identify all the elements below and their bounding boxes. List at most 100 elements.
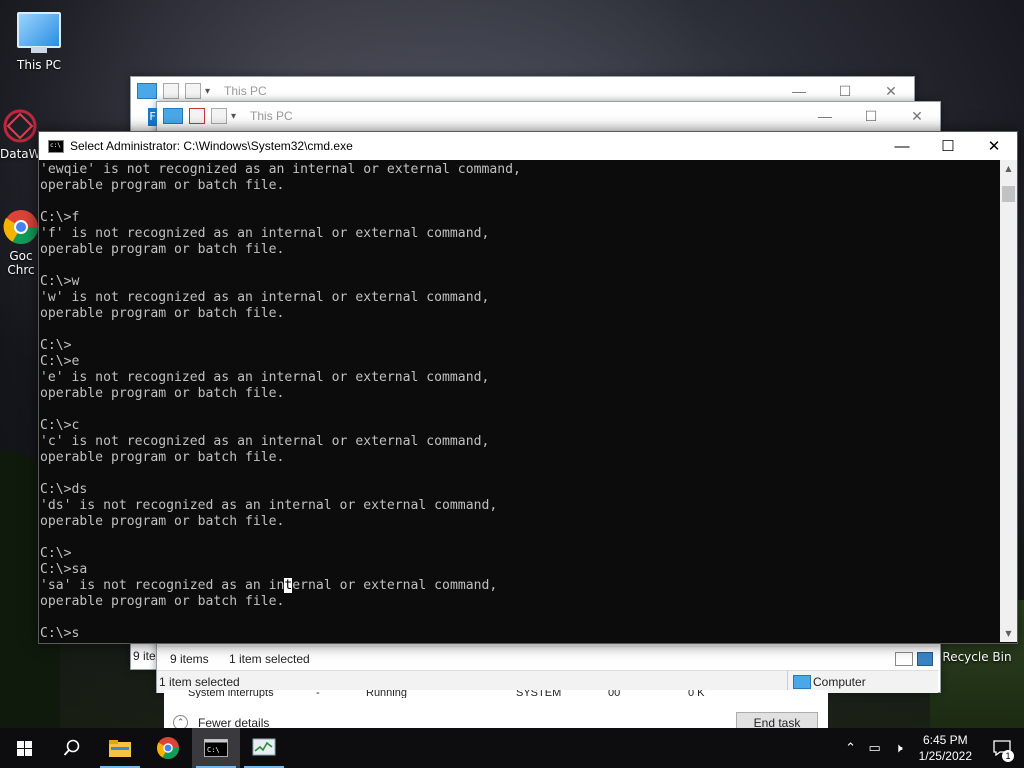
console-line: C:\>f [40,210,80,225]
cmd-icon: C:\ [204,739,228,757]
new-folder-icon[interactable] [185,83,201,99]
properties-icon[interactable] [163,83,179,99]
clock[interactable]: 6:45 PM 1/25/2022 [911,732,980,764]
cmd-titlebar[interactable]: Select Administrator: C:\Windows\System3… [39,132,1017,160]
window-title: Select Administrator: C:\Windows\System3… [70,139,353,153]
console-line: operable program or batch file. [40,306,285,321]
fewer-details-link[interactable]: Fewer details [198,716,269,728]
task-manager-icon [252,738,276,756]
console-line: operable program or batch file. [40,594,285,609]
large-icons-view-icon[interactable] [917,652,933,666]
process-memory: 0 K [688,690,705,698]
detail-selected-count: 1 item selected [159,675,240,689]
properties-icon[interactable] [189,108,205,124]
taskbar: C:\ ⌃ ▭ 🕨 6:45 PM 1/25/2022 1 [0,728,1024,768]
file-tab[interactable]: F [148,108,157,126]
chevron-down-icon[interactable]: ▾ [205,86,210,97]
chevron-down-icon[interactable]: ▾ [231,111,236,122]
window-title: This PC [224,84,267,98]
vertical-scrollbar[interactable]: ▲ ▼ [1000,160,1017,642]
scroll-down-icon[interactable]: ▼ [1000,625,1017,642]
console-line: 'e' is not recognized as an internal or … [40,370,490,385]
console-line: 'f' is not recognized as an internal or … [40,226,490,241]
close-button[interactable]: ✕ [971,132,1017,160]
app-icon [3,109,37,143]
process-pid: - [316,690,320,698]
start-button[interactable] [0,728,48,768]
console-line: C:\>c [40,418,80,433]
new-folder-icon[interactable] [211,108,227,124]
desktop-icon-dataw[interactable]: DataW [0,108,41,161]
details-view-icon[interactable] [895,652,913,666]
console-output[interactable]: 'ewqie' is not recognized as an internal… [39,160,999,642]
console-line: 'ds' is not recognized as an internal or… [40,498,498,513]
minimize-button[interactable]: — [776,83,822,100]
svg-text:C:\: C:\ [207,746,220,754]
status-bar: 9 items 1 item selected [157,646,938,671]
end-task-button[interactable]: End task [736,712,818,728]
process-cpu: 00 [608,690,621,698]
console-text[interactable]: 'ewqie' is not recognized as an internal… [39,160,999,642]
desktop-icon-google-chrome[interactable]: Goc Chrc [2,208,40,277]
chevron-up-icon[interactable]: ⌃ [173,715,188,728]
notification-center-button[interactable]: 1 [980,728,1024,768]
console-line: C:\>e [40,354,80,369]
process-name: System interrupts [188,690,274,698]
system-tray: ⌃ ▭ 🕨 6:45 PM 1/25/2022 1 [839,728,1024,768]
monitor-icon [17,12,61,53]
window-title: This PC [250,109,293,123]
file-explorer-icon [109,740,131,757]
taskbar-cmd[interactable]: C:\ [192,728,240,768]
console-line: operable program or batch file. [40,450,285,465]
chevron-up-icon[interactable]: ⌃ [839,740,863,756]
console-line: 'w' is not recognized as an internal or … [40,290,490,305]
process-status: Running [366,690,407,698]
process-row[interactable]: System interrupts - Running SYSTEM 00 0 … [168,690,828,698]
console-line: C:\>ds [40,482,88,497]
maximize-button[interactable]: ☐ [848,108,894,125]
cmd-window[interactable]: Select Administrator: C:\Windows\System3… [38,131,1018,644]
scroll-up-icon[interactable]: ▲ [1000,160,1017,177]
desktop-icon-label: This PC [17,58,61,72]
scrollbar-thumb[interactable] [1002,186,1015,202]
chrome-icon [3,210,38,244]
desktop-icon-label: Recycle Bin [942,650,1012,664]
console-line: operable program or batch file. [40,178,285,193]
console-line: C:\> [40,338,72,353]
computer-icon [793,675,811,689]
console-line: operable program or batch file. [40,514,285,529]
volume-muted-icon[interactable]: 🕨 [887,740,911,756]
this-pc-icon [163,108,183,124]
close-button[interactable]: ✕ [894,108,940,125]
maximize-button[interactable]: ☐ [822,83,868,100]
taskbar-file-explorer[interactable] [96,728,144,768]
chrome-icon [157,737,179,759]
desktop-icon-label: DataW [0,147,41,161]
desktop-icon-label: Goc [9,249,33,263]
console-line: C:\>w [40,274,80,289]
process-user: SYSTEM [516,690,562,698]
desktop-icon-label: Chrc [7,263,35,277]
minimize-button[interactable]: — [802,108,848,125]
explorer-titlebar[interactable]: ▾ This PC — ☐ ✕ [157,102,940,130]
console-line: operable program or batch file. [40,242,285,257]
status-selected-count: 1 item selected [229,652,310,666]
clock-date: 1/25/2022 [918,749,972,763]
minimize-button[interactable]: — [879,132,925,160]
this-pc-icon [137,83,157,99]
search-icon [63,739,80,756]
windows-logo-icon [16,740,32,756]
search-button[interactable] [48,728,96,768]
taskbar-chrome[interactable] [144,728,192,768]
network-icon[interactable]: ▭ [863,740,887,756]
notification-badge: 1 [1002,750,1014,762]
status-items-count: 9 items [170,652,209,666]
taskbar-task-manager[interactable] [240,728,288,768]
desktop-icon-this-pc[interactable]: This PC [4,12,74,72]
console-line: 'sa' is not recognized as an internal or… [40,578,498,593]
maximize-button[interactable]: ☐ [925,132,971,160]
close-button[interactable]: ✕ [868,83,914,100]
task-manager-window[interactable]: System interrupts - Running SYSTEM 00 0 … [164,690,828,728]
cmd-icon [48,139,64,153]
location-label: Computer [813,675,866,689]
